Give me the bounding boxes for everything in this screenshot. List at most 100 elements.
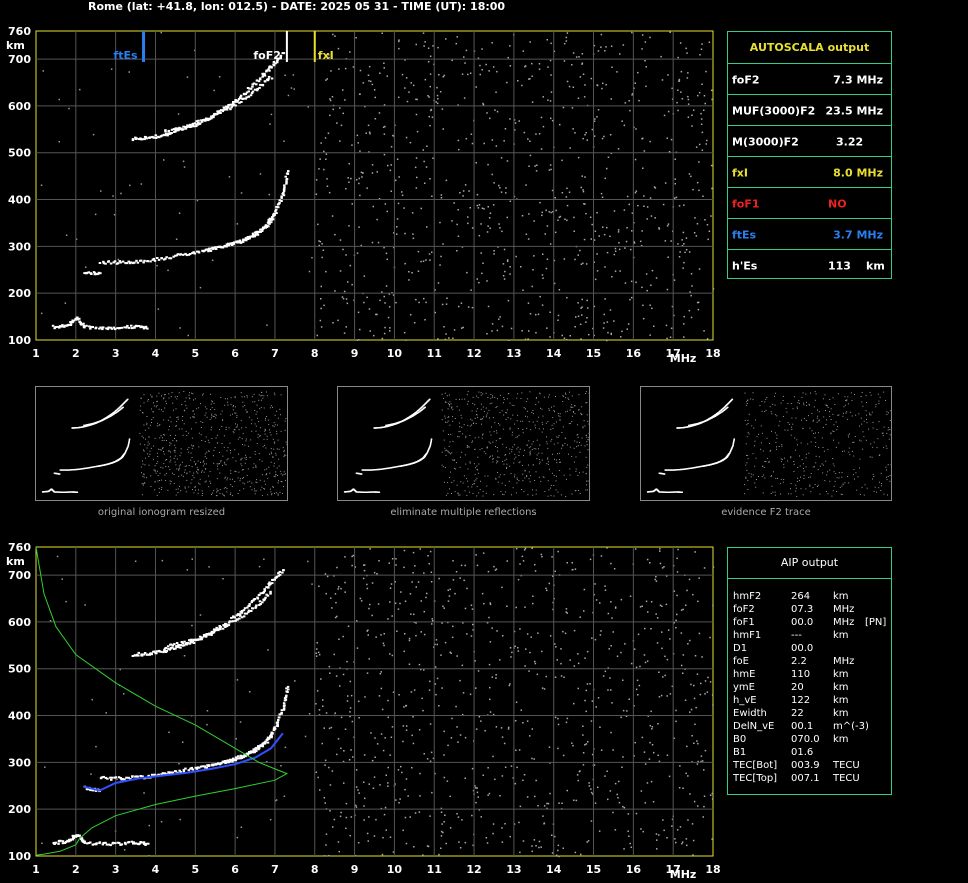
thumbnail-noise: [790, 456, 792, 458]
thumbnail-noise: [799, 455, 800, 457]
thumbnail-noise: [224, 398, 226, 400]
aip-trace-point: [273, 726, 276, 729]
thumbnail-noise: [787, 403, 789, 404]
thumbnail-noise: [524, 469, 526, 471]
thumbnail-noise: [551, 472, 553, 474]
thumbnail-noise: [251, 430, 253, 432]
thumbnail-noise: [803, 404, 805, 406]
thumbnail-noise: [160, 488, 162, 490]
thumbnail-noise: [798, 402, 800, 404]
thumbnail-noise: [554, 411, 555, 413]
thumbnail-noise: [869, 412, 871, 414]
thumbnail-noise: [158, 487, 160, 489]
thumbnail-noise: [251, 419, 253, 421]
aip-trace-point: [252, 750, 255, 753]
thumbnail-noise: [505, 491, 507, 493]
thumbnail-noise: [454, 491, 456, 493]
thumbnail-noise: [535, 404, 537, 405]
thumbnail-noise: [236, 415, 238, 417]
thumbnail-noise: [238, 453, 239, 455]
thumbnail-noise: [191, 428, 192, 430]
thumbnail-noise: [282, 492, 283, 494]
thumbnail-noise: [887, 494, 888, 496]
thumbnail-noise: [150, 447, 152, 449]
thumbnail-noise: [242, 469, 243, 471]
main-trace-point: [136, 261, 140, 264]
thumbnail-noise: [774, 395, 775, 397]
thumbnail-noise: [458, 409, 460, 411]
thumbnail-noise: [841, 472, 843, 474]
thumbnail-noise: [274, 492, 275, 494]
thumbnail-noise: [793, 461, 795, 462]
thumbnail-noise: [575, 468, 577, 470]
thumbnail-noise: [585, 391, 587, 393]
thumbnail-noise: [188, 394, 190, 396]
aip-row-label: hmE: [733, 669, 756, 680]
thumbnail-noise: [218, 451, 220, 453]
aip-row-value: 2.2: [791, 656, 807, 667]
thumbnail-noise: [829, 415, 831, 417]
thumbnail-noise: [833, 465, 835, 467]
main-trace-point: [152, 136, 155, 139]
thumbnail-noise: [245, 459, 247, 460]
thumbnail-noise: [866, 402, 867, 404]
aip-trace-point: [174, 770, 178, 773]
thumbnail-noise: [586, 484, 588, 486]
thumbnail-noise: [499, 394, 501, 396]
aip-y-tick-label: 200: [8, 803, 31, 816]
thumbnail-noise: [812, 466, 814, 468]
thumbnail-noise: [448, 404, 450, 405]
thumbnail-noise: [500, 437, 502, 439]
thumbnail-noise: [199, 478, 201, 480]
thumbnail-noise: [826, 474, 828, 476]
thumbnail-noise: [235, 471, 237, 473]
thumbnail-noise: [882, 432, 884, 434]
aip-row: B1 01.6: [733, 746, 888, 759]
thumbnail-noise: [790, 488, 791, 490]
thumbnail-noise: [269, 453, 270, 455]
main-trace-point: [93, 272, 97, 275]
thumbnail-noise: [492, 455, 493, 457]
thumbnail-noise: [469, 425, 471, 427]
aip-y-tick-label: 700: [8, 569, 31, 582]
thumbnail-noise: [487, 397, 489, 398]
thumbnail-noise: [865, 410, 867, 412]
aip-row: foF1 00.0 MHz [PN]: [733, 616, 888, 629]
thumbnail-noise: [562, 401, 564, 402]
thumbnail-noise: [499, 424, 501, 426]
aip-trace-point: [57, 842, 60, 845]
main-trace-point: [207, 250, 210, 253]
thumbnail-noise: [585, 473, 587, 475]
main-trace-point: [157, 258, 161, 261]
thumbnail-trace-point: [429, 398, 431, 401]
thumbnail-noise: [876, 447, 878, 449]
main-trace-point: [280, 200, 283, 202]
thumbnail-noise: [281, 481, 283, 483]
thumbnail-noise: [449, 424, 451, 426]
thumbnail-noise: [258, 394, 260, 396]
aip-trace-point: [258, 600, 262, 603]
thumbnail-noise: [528, 478, 530, 480]
thumbnail-noise: [476, 465, 478, 467]
thumbnail-noise: [184, 469, 186, 471]
main-trace-point: [271, 216, 274, 218]
thumbnail-noise: [147, 399, 149, 400]
aip-row: foE 2.2 MHz: [733, 655, 888, 668]
thumbnail-noise: [272, 486, 274, 488]
aip-trace-point: [188, 642, 192, 645]
thumbnail-noise: [458, 431, 460, 433]
thumbnail-noise: [256, 404, 258, 406]
thumbnail-noise: [273, 448, 275, 450]
thumbnail-noise: [871, 411, 873, 413]
thumbnail-noise: [748, 433, 750, 435]
thumbnail-noise: [161, 486, 163, 488]
thumbnail-noise: [244, 462, 246, 464]
aip-x-tick-label: 11: [427, 863, 442, 876]
thumbnail-noise: [774, 404, 776, 406]
thumbnail-noise: [802, 463, 804, 465]
thumbnail-noise: [817, 469, 819, 471]
thumbnail-noise: [506, 463, 508, 465]
thumbnail-noise: [546, 463, 548, 465]
thumbnail-noise: [162, 437, 163, 439]
thumbnail-noise: [245, 409, 247, 411]
